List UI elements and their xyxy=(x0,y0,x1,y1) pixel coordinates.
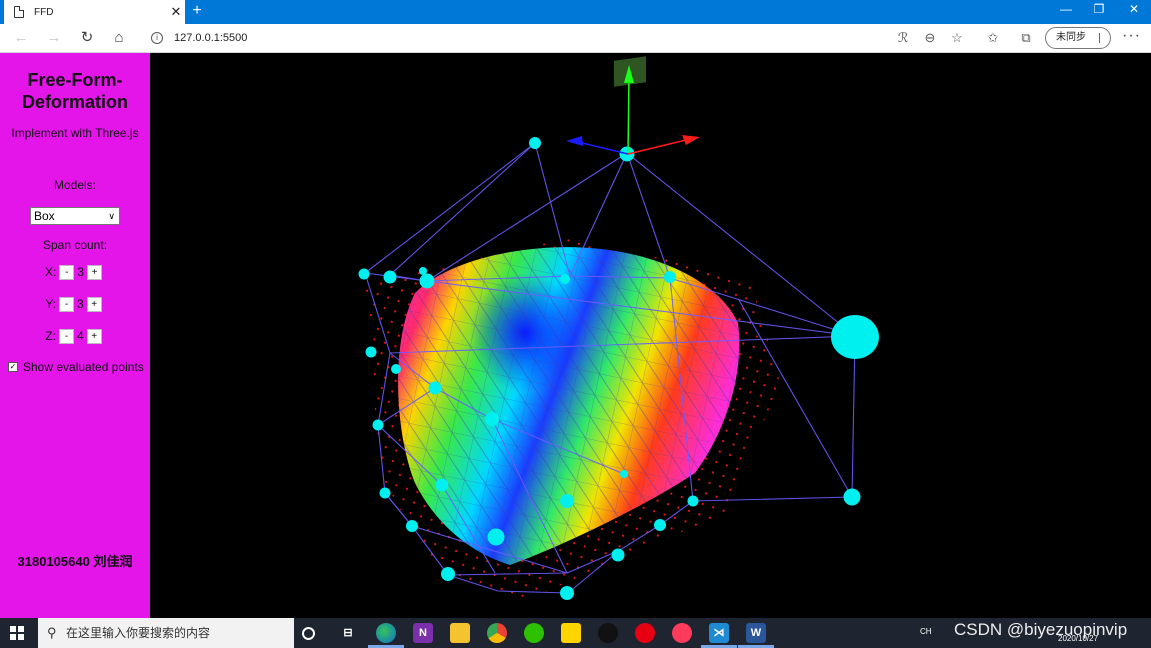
span-x-increment-button[interactable]: + xyxy=(87,264,103,280)
control-panel: Free-Form-Deformation Implement with Thr… xyxy=(0,53,150,618)
taskbar-search-box[interactable]: ⚲ 在这里输入你要搜索的内容 xyxy=(38,618,294,648)
chrome-icon[interactable] xyxy=(487,623,507,643)
tab-ffd[interactable]: FFD ✕ xyxy=(4,0,185,24)
span-z-row: Z: - 4 + xyxy=(0,328,150,344)
span-y-row: Y: - 3 + xyxy=(0,296,150,312)
favorite-star-icon[interactable]: ☆ xyxy=(948,30,966,46)
span-y-label: Y: xyxy=(45,297,56,311)
word-icon[interactable]: W xyxy=(746,623,766,643)
task-view-icon[interactable]: ⊟ xyxy=(338,623,358,643)
more-menu-icon[interactable]: ··· xyxy=(1122,27,1141,45)
home-icon[interactable]: ⌂ xyxy=(109,29,129,47)
show-points-checkbox[interactable]: ✓ xyxy=(8,362,18,372)
minimize-button[interactable]: — xyxy=(1051,2,1081,16)
media-app-icon[interactable] xyxy=(672,623,692,643)
back-icon[interactable]: ← xyxy=(11,29,31,47)
transform-gizmo[interactable] xyxy=(566,56,700,155)
taskbar-search-placeholder: 在这里输入你要搜索的内容 xyxy=(66,626,211,640)
ffd-scene[interactable] xyxy=(150,53,1151,618)
zoom-out-icon[interactable]: ⊖ xyxy=(921,30,939,46)
author-credit: 3180105640 刘佳润 xyxy=(17,554,133,569)
span-y-increment-button[interactable]: + xyxy=(86,296,102,312)
new-tab-button[interactable]: + xyxy=(190,2,204,20)
page-subtitle: Implement with Three.js xyxy=(11,126,139,140)
page-title: Free-Form-Deformation xyxy=(21,70,128,112)
onenote-icon[interactable]: N xyxy=(413,623,433,643)
model-select[interactable]: Box ∨ xyxy=(30,207,120,225)
show-evaluated-points-toggle[interactable]: ✓ Show evaluated points xyxy=(0,360,150,374)
qq-icon[interactable] xyxy=(598,623,618,643)
address-bar: ← → ↻ ⌂ i 127.0.0.1:5500 ℛ ⊖ ☆ ✩ ⧉ 未同步 ·… xyxy=(0,24,1151,53)
sticky-notes-icon[interactable] xyxy=(561,623,581,643)
favorites-list-icon[interactable]: ✩ xyxy=(984,30,1002,46)
show-points-label: Show evaluated points xyxy=(23,360,144,374)
cortana-icon[interactable] xyxy=(302,627,315,640)
three-viewport[interactable] xyxy=(150,53,1151,618)
span-count-label: Span count: xyxy=(42,238,108,252)
edge-browser-icon[interactable] xyxy=(376,623,396,643)
model-select-value: Box xyxy=(34,209,55,223)
span-z-increment-button[interactable]: + xyxy=(86,328,102,344)
span-z-decrement-button[interactable]: - xyxy=(58,328,74,344)
netease-music-icon[interactable] xyxy=(635,623,655,643)
restore-button[interactable]: ❐ xyxy=(1084,2,1114,16)
span-x-label: X: xyxy=(44,265,57,279)
span-y-value: 3 xyxy=(77,297,84,311)
sync-divider xyxy=(1099,33,1100,43)
start-button[interactable] xyxy=(10,626,24,640)
site-info-icon[interactable]: i xyxy=(151,32,163,44)
browser-titlebar: FFD ✕ + — ❐ ✕ xyxy=(0,0,1151,24)
span-x-row: X: - 3 + xyxy=(0,264,150,280)
csdn-watermark: CSDN @biyezuopinvip xyxy=(954,620,1128,639)
forward-icon[interactable]: → xyxy=(44,29,64,47)
tab-close-icon[interactable]: ✕ xyxy=(167,4,185,20)
collections-icon[interactable]: ⧉ xyxy=(1017,30,1035,46)
wechat-icon[interactable] xyxy=(524,623,544,643)
page-icon xyxy=(14,6,24,18)
sync-status-button[interactable]: 未同步 xyxy=(1045,27,1111,49)
read-aloud-icon[interactable]: ℛ xyxy=(894,30,912,46)
file-explorer-icon[interactable] xyxy=(450,623,470,643)
vscode-icon[interactable]: ⋊ xyxy=(709,623,729,643)
span-z-value: 4 xyxy=(76,329,84,343)
refresh-icon[interactable]: ↻ xyxy=(77,29,97,47)
search-icon: ⚲ xyxy=(47,625,57,640)
sync-label: 未同步 xyxy=(1056,32,1086,43)
span-x-value: 3 xyxy=(77,265,85,279)
chevron-down-icon: ∨ xyxy=(108,211,115,221)
ime-indicator[interactable]: CH xyxy=(920,627,932,636)
close-window-button[interactable]: ✕ xyxy=(1119,2,1149,16)
url-field[interactable]: 127.0.0.1:5500 xyxy=(174,32,247,44)
span-x-decrement-button[interactable]: - xyxy=(59,264,75,280)
span-z-label: Z: xyxy=(45,329,56,343)
tab-title: FFD xyxy=(34,6,54,18)
models-label: Models: xyxy=(53,178,97,192)
span-y-decrement-button[interactable]: - xyxy=(59,296,74,312)
